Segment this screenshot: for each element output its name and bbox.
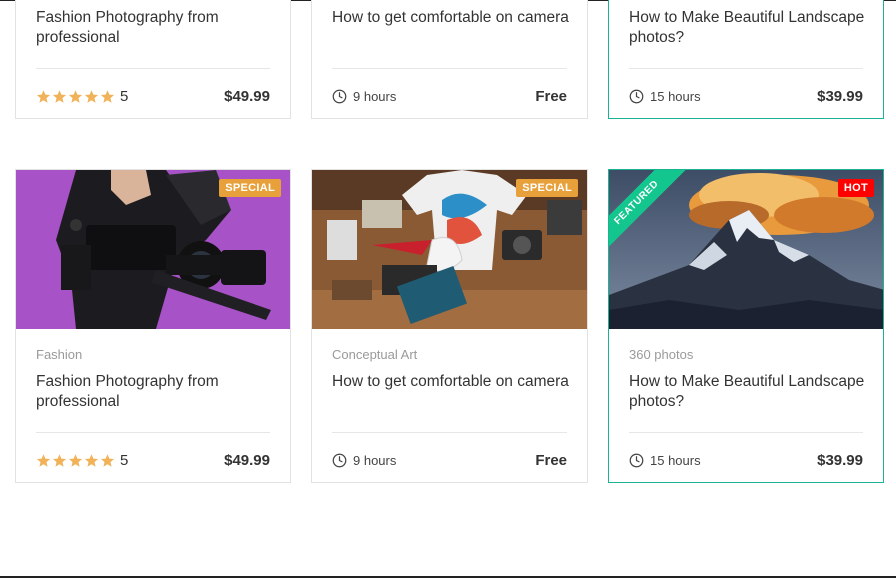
course-rating: 5 — [36, 88, 128, 105]
course-card-featured[interactable]: HOT FEATURED 360 photos How to Make Beau… — [608, 169, 884, 483]
course-price: $39.99 — [817, 88, 863, 105]
course-card[interactable]: Fashion Photography from professional 5 … — [15, 0, 291, 119]
card-divider — [332, 68, 567, 69]
course-category[interactable]: Fashion — [36, 347, 82, 362]
card-divider — [36, 432, 270, 433]
course-duration: 9 hours — [332, 89, 396, 104]
clock-icon — [332, 89, 347, 104]
card-divider — [36, 68, 270, 69]
star-icon — [100, 90, 115, 103]
star-icon — [84, 90, 99, 103]
course-thumbnail[interactable]: SPECIAL — [312, 170, 587, 329]
course-rating: 5 — [36, 452, 128, 469]
card-divider — [629, 432, 863, 433]
star-icon — [36, 454, 51, 467]
course-duration: 15 hours — [629, 89, 701, 104]
special-badge: SPECIAL — [516, 179, 578, 197]
clock-icon — [629, 89, 644, 104]
course-title[interactable]: How to get comfortable on camera — [332, 8, 572, 28]
course-title[interactable]: How to Make Beautiful Landscape photos? — [629, 372, 869, 412]
star-icon — [100, 454, 115, 467]
course-duration: 15 hours — [629, 453, 701, 468]
hot-badge: HOT — [837, 179, 874, 197]
duration-text: 9 hours — [353, 453, 397, 468]
course-title[interactable]: How to get comfortable on camera — [332, 372, 572, 392]
clock-icon — [332, 453, 347, 468]
course-card[interactable]: SPECIAL Fashion Fashion Photography from… — [15, 169, 291, 483]
star-icon — [68, 90, 83, 103]
card-divider — [629, 68, 863, 69]
duration-text: 15 hours — [650, 89, 701, 104]
duration-text: 15 hours — [650, 453, 701, 468]
course-price: $49.99 — [224, 88, 270, 105]
course-thumbnail[interactable]: SPECIAL — [16, 170, 290, 329]
card-divider — [332, 432, 567, 433]
rating-value: 5 — [120, 452, 129, 469]
course-title[interactable]: Fashion Photography from professional — [36, 372, 276, 412]
course-category[interactable]: Conceptual Art — [332, 347, 417, 362]
course-price: Free — [535, 452, 567, 469]
star-icon — [84, 454, 99, 467]
course-price: $49.99 — [224, 452, 270, 469]
star-icon — [52, 454, 67, 467]
course-thumbnail[interactable]: HOT FEATURED — [609, 170, 883, 329]
star-icon — [36, 90, 51, 103]
course-card[interactable]: How to get comfortable on camera 9 hours… — [311, 0, 588, 119]
rating-stars — [36, 453, 116, 468]
course-title[interactable]: How to Make Beautiful Landscape photos? — [629, 8, 869, 48]
course-title[interactable]: Fashion Photography from professional — [36, 8, 276, 48]
course-card[interactable]: SPECIAL Conceptual Art How to get comfor… — [311, 169, 588, 483]
special-badge: SPECIAL — [219, 179, 281, 197]
duration-text: 9 hours — [353, 89, 397, 104]
course-card-featured[interactable]: How to Make Beautiful Landscape photos? … — [608, 0, 884, 119]
rating-stars — [36, 89, 116, 104]
course-category[interactable]: 360 photos — [629, 347, 693, 362]
course-price: $39.99 — [817, 452, 863, 469]
clock-icon — [629, 453, 644, 468]
rating-value: 5 — [120, 88, 129, 105]
course-price: Free — [535, 88, 567, 105]
course-duration: 9 hours — [332, 453, 396, 468]
star-icon — [52, 90, 67, 103]
star-icon — [68, 454, 83, 467]
